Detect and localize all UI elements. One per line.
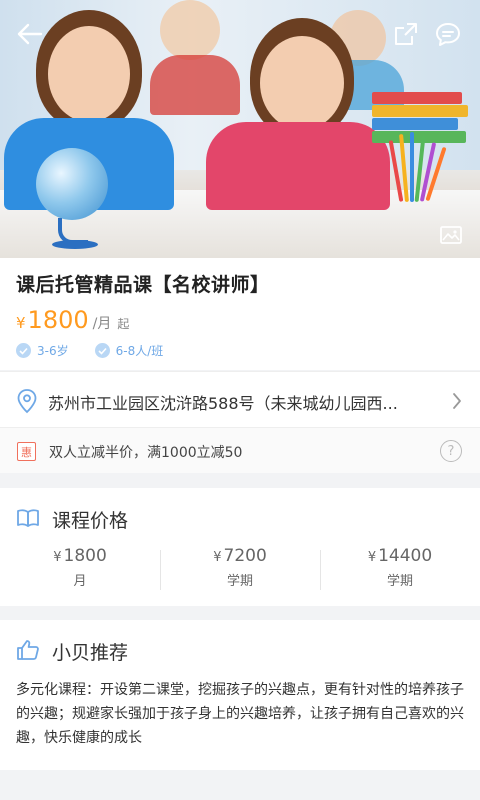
price-option-currency: ¥ xyxy=(367,550,377,565)
course-price: ¥ 1800 /月 起 xyxy=(16,306,129,334)
course-title: 课后托管精品课【名校讲师】 xyxy=(16,274,270,296)
check-circle-icon xyxy=(94,343,110,358)
recommend-body: 多元化课程：开设第二课堂，挖掘孩子的兴趣点，更有针对性的培养孩子的兴趣；规避家长… xyxy=(16,682,464,746)
tag-label: 3-6岁 xyxy=(37,344,69,358)
recommend-section: 小贝推荐 多元化课程：开设第二课堂，挖掘孩子的兴趣点，更有针对性的培养孩子的兴趣… xyxy=(0,620,480,770)
hero-image[interactable] xyxy=(0,0,480,258)
discount-badge: 惠 xyxy=(17,442,36,461)
price-option-monthly[interactable]: ¥1800 月 xyxy=(0,546,160,594)
globe-base xyxy=(52,240,98,249)
share-button[interactable] xyxy=(388,16,424,52)
pricing-title: 课程价格 xyxy=(52,510,129,532)
location-pin-icon xyxy=(16,388,38,418)
price-option-amount: 14400 xyxy=(378,546,433,566)
price-option-period: 学期 xyxy=(386,574,413,589)
tag-class-size: 6-8人/班 xyxy=(94,342,164,359)
gallery-button[interactable] xyxy=(436,222,466,248)
address-text: 苏州市工业园区沈浒路588号（未来城幼儿园西... xyxy=(48,394,398,413)
chat-bubble-icon xyxy=(436,23,460,46)
arrow-left-icon xyxy=(17,23,43,45)
price-option-period: 学期 xyxy=(226,574,253,589)
pencils xyxy=(388,132,450,203)
price-option-term-2[interactable]: ¥14400 学期 xyxy=(320,546,480,594)
price-option-currency: ¥ xyxy=(213,550,222,565)
price-currency: ¥ xyxy=(16,314,26,332)
tag-age: 3-6岁 xyxy=(16,342,69,359)
globe xyxy=(36,148,108,220)
thumbs-up-icon xyxy=(16,639,40,665)
help-icon[interactable]: ? xyxy=(440,440,462,462)
message-button[interactable] xyxy=(430,16,466,52)
recommend-header: 小贝推荐 xyxy=(16,638,128,665)
price-unit: /月 xyxy=(92,316,112,332)
check-circle-icon xyxy=(16,343,31,358)
tag-label: 6-8人/班 xyxy=(115,344,164,358)
pricing-header: 课程价格 xyxy=(16,506,128,533)
share-icon xyxy=(395,23,417,45)
pricing-section: 课程价格 ¥1800 月 ¥7200 学期 ¥14400 学期 xyxy=(0,488,480,606)
price-option-amount: 1800 xyxy=(63,546,107,566)
price-option-term[interactable]: ¥7200 学期 xyxy=(160,546,320,594)
book-open-icon xyxy=(16,508,40,532)
child-right xyxy=(200,0,400,240)
course-info-card: 课后托管精品课【名校讲师】 ¥ 1800 /月 起 3-6岁 6-8人/班 xyxy=(0,258,480,370)
promo-row[interactable]: 惠 双人立减半价，满1000立减50 ? xyxy=(0,427,480,473)
price-option-period: 月 xyxy=(73,574,87,589)
pricing-options: ¥1800 月 ¥7200 学期 ¥14400 学期 xyxy=(0,546,480,594)
price-amount: 1800 xyxy=(27,306,89,334)
chevron-right-icon xyxy=(452,392,462,414)
course-tags: 3-6岁 6-8人/班 xyxy=(16,342,163,359)
recommend-title: 小贝推荐 xyxy=(52,642,129,664)
image-gallery-icon xyxy=(440,226,462,244)
price-option-amount: 7200 xyxy=(223,546,267,566)
back-button[interactable] xyxy=(12,16,48,52)
price-option-currency: ¥ xyxy=(53,550,62,565)
address-row[interactable]: 苏州市工业园区沈浒路588号（未来城幼儿园西... xyxy=(0,371,480,427)
price-from: 起 xyxy=(117,317,130,331)
promo-text: 双人立减半价，满1000立减50 xyxy=(49,445,243,461)
